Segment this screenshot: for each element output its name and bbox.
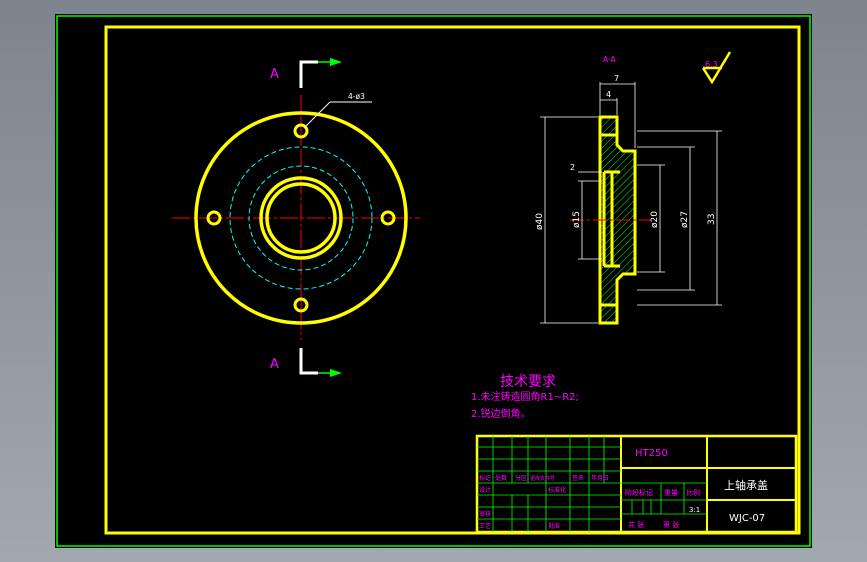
part-name: 上轴承盖 [724, 478, 768, 492]
label-fenqu: 分区 [515, 474, 527, 482]
tech-title: 技术要求 [500, 374, 556, 390]
drawing-number: WJC-07 [729, 513, 765, 524]
label-sheji: 设计 [479, 486, 491, 494]
label-bili: 比例 [686, 488, 700, 497]
label-zhongliang: 重量 [664, 489, 678, 497]
label-gong-zhang: 共 张 [628, 520, 644, 529]
dim-2: 2 [570, 163, 575, 172]
label-biaoji: 标记 [479, 474, 491, 482]
label-di-zhang: 第 张 [663, 520, 679, 529]
dim-4: 4 [606, 90, 611, 99]
tech-line-1: 1.未注铸造圆角R1~R2; [471, 390, 579, 403]
scale-value: 3:1 [689, 506, 700, 514]
section-letter-bottom: A [270, 357, 279, 372]
dim-d20: ø20 [650, 211, 660, 228]
tech-line-2: 2.锐边倒角。 [471, 407, 531, 420]
hole-callout: 4-ø3 [348, 92, 365, 101]
engineering-drawing: 4-ø3 A A A-A 7 4 2 ø40 ø15 ø20 ø27 33 6.… [55, 14, 812, 548]
label-qianming: 签名 [572, 474, 584, 482]
label-shenhe: 审核 [479, 510, 491, 518]
section-title: A-A [603, 55, 617, 64]
dim-d15: ø15 [572, 211, 582, 228]
label-gengai: 更改文件号 [530, 475, 555, 482]
cad-viewport: 4-ø3 A A A-A 7 4 2 ø40 ø15 ø20 ø27 33 6.… [0, 0, 867, 562]
dim-7: 7 [614, 74, 619, 83]
label-nianyueri: 年月日 [591, 474, 609, 482]
label-biaozhunhua: 标准化 [548, 486, 566, 494]
label-pizhun: 批准 [548, 522, 560, 530]
dim-d27: ø27 [680, 211, 690, 228]
dim-33: 33 [707, 214, 717, 225]
dim-d40: ø40 [535, 213, 545, 230]
label-gongyi: 工艺 [479, 522, 491, 530]
material: HT250 [635, 448, 668, 459]
label-chushu: 处数 [495, 474, 507, 482]
label-jieduan: 阶段标记 [625, 488, 653, 497]
section-letter-top: A [270, 67, 279, 82]
